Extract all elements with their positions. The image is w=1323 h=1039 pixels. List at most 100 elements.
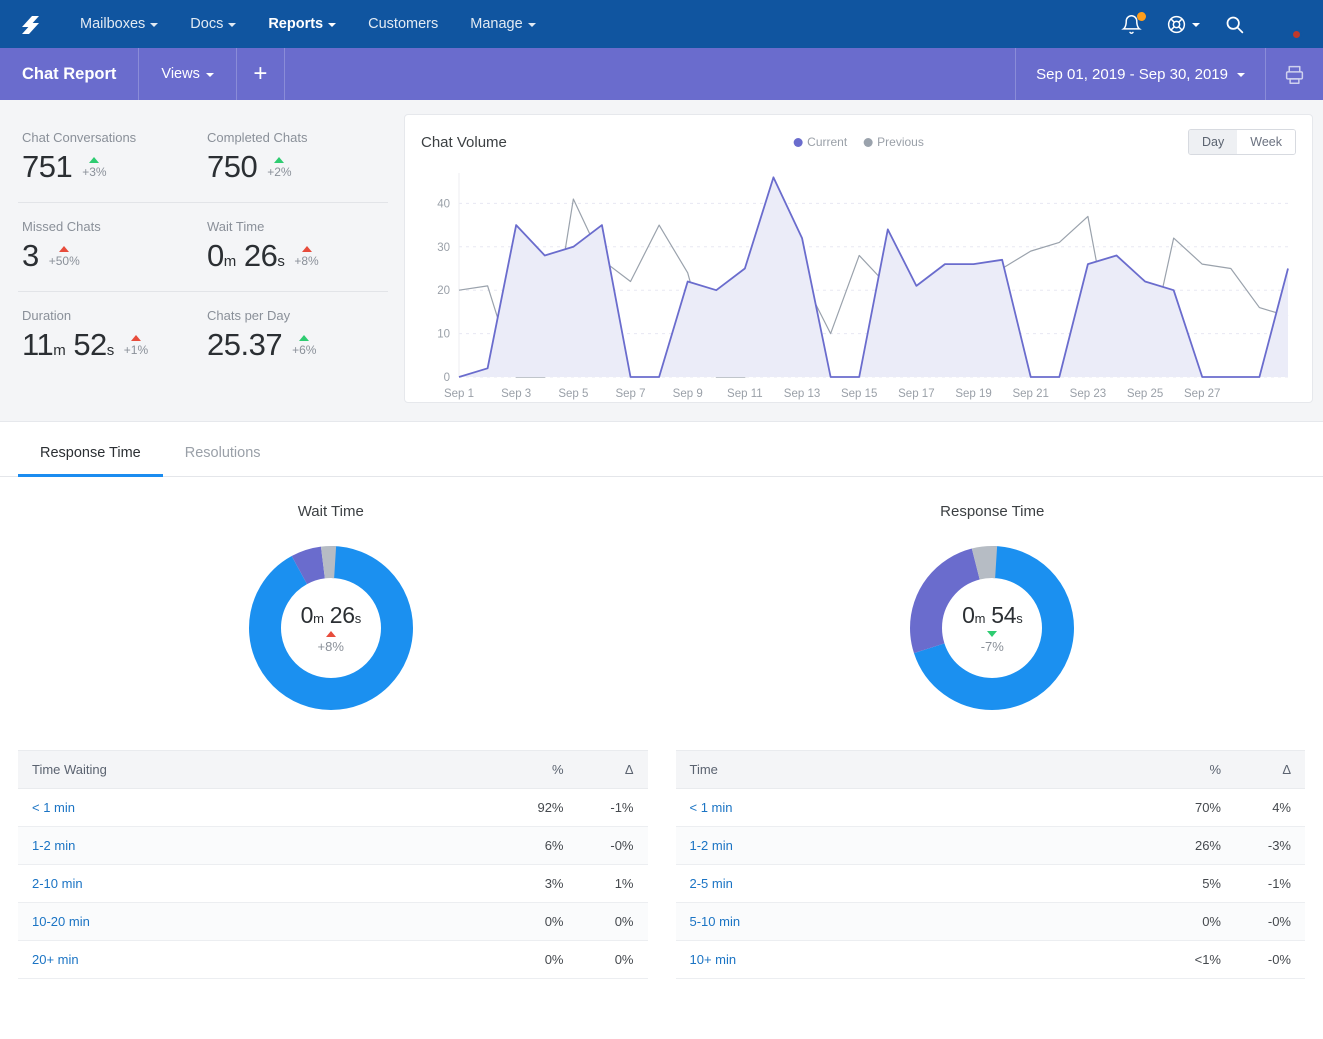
nav-item-manage[interactable]: Manage [454,0,551,48]
row-label[interactable]: 1-2 min [675,826,1165,865]
helpscout-logo-icon[interactable] [18,11,44,37]
table-row: 5-10 min 0% -0% [675,902,1305,941]
row-label[interactable]: 10-20 min [18,902,508,941]
nav-label: Customers [368,16,439,32]
kpi-label: Wait Time [207,219,265,234]
kpi-delta: +1% [124,335,148,360]
chevron-down-icon [205,73,214,77]
donut-number-2: 26 [329,602,355,628]
nav-item-mailboxes[interactable]: Mailboxes [64,0,174,48]
chart-plot-area: 0 10 20 30 40 Sep 1 Sep 3 Sep 5 Sep 7 Sep 9 Sep 11… [421,161,1296,414]
views-dropdown[interactable]: Views [139,48,237,100]
nav-item-docs[interactable]: Docs [174,0,252,48]
avatar[interactable] [1269,8,1302,40]
search-icon[interactable] [1224,14,1245,35]
kpi-wait-time: Wait Time 0m 26s +8% [203,202,388,291]
chart-header: Chat Volume Current Previous Day Week [421,129,1296,155]
row-label[interactable]: 2-10 min [18,864,508,903]
row-percent: 92% [507,788,578,827]
chevron-down-icon [1237,73,1245,77]
date-range-picker[interactable]: Sep 01, 2019 - Sep 30, 2019 [1015,48,1265,100]
donut-delta-label: +8% [317,639,344,654]
trend-up-icon [274,157,285,163]
kpi-missed-chats: Missed Chats 3 +50% [18,202,203,291]
toggle-day[interactable]: Day [1189,130,1238,154]
row-label[interactable]: 10+ min [675,940,1165,979]
row-label[interactable]: < 1 min [675,788,1165,827]
table-body: < 1 min 70% 4% 1-2 min 26% -3% 2-5 min 5… [675,788,1305,979]
chat-volume-line-chart: 0 10 20 30 40 Sep 1 Sep 3 Sep 5 Sep 7 Sep 9 Sep 11… [437,173,1289,400]
print-button[interactable] [1265,48,1323,100]
nav-label: Mailboxes [80,16,146,32]
kpi-label: Chat Conversations [22,130,137,145]
kpi-delta: +6% [292,335,316,360]
donut-center-label: 0m 54s -7% [906,542,1078,714]
trend-up-icon [59,246,70,252]
kpi-delta-label: +1% [123,343,149,357]
row-delta: -0% [1235,940,1305,979]
kpi-completed-chats: Completed Chats 750 +2% [203,114,388,202]
kpi-number: 750 [207,149,258,184]
donut-chart-wrapper: 0m 54s -7% [906,542,1078,714]
donut-unit: m [313,611,324,626]
svg-text:Sep 11: Sep 11 [727,388,763,400]
lifebuoy-icon[interactable] [1166,14,1200,35]
col-delta: Δ [1235,750,1305,789]
nav-label: Docs [190,16,224,32]
col-time-waiting: Time Waiting [18,750,508,789]
summary-band: Chat Conversations 751 +3% Completed Cha… [0,100,1323,422]
donut-wait-time: Wait Time 0m 26s +8% [0,503,662,714]
add-view-button[interactable]: + [237,48,285,100]
page-title: Chat Report [0,48,140,100]
svg-text:10: 10 [437,329,450,341]
row-label[interactable]: < 1 min [18,788,508,827]
kpi-delta-label: +50% [48,254,80,268]
nav-label: Reports [268,16,324,32]
chart-legend: Current Previous [793,135,924,149]
breakdown-tables: Time Waiting % Δ < 1 min 92% -1% 1-2 min… [0,714,1323,979]
kpi-value: 751 [22,151,73,182]
kpi-value: 11m 52s [22,329,114,360]
donut-unit: m [974,611,986,626]
nav-label: Manage [470,16,523,32]
row-percent: 26% [1165,826,1235,865]
row-percent: 0% [1165,902,1235,941]
tab-response-time[interactable]: Response Time [18,445,163,477]
kpi-chats-per-day: Chats per Day 25.37 +6% [203,291,388,380]
row-delta: 0% [577,902,648,941]
row-label[interactable]: 1-2 min [18,826,508,865]
kpi-number: 3 [22,238,39,273]
row-label[interactable]: 5-10 min [675,902,1165,941]
col-delta: Δ [577,750,648,789]
report-tabs: Response Time Resolutions [0,422,1323,477]
kpi-unit-2: s [277,253,285,270]
kpi-delta: +50% [49,246,80,271]
granularity-toggle: Day Week [1188,129,1296,155]
nav-item-reports[interactable]: Reports [252,0,352,48]
kpi-chat-conversations: Chat Conversations 751 +3% [18,114,203,202]
subnav-right-group: Sep 01, 2019 - Sep 30, 2019 [1015,48,1323,100]
nav-item-customers[interactable]: Customers [352,0,454,48]
kpi-value: 750 [207,149,258,184]
primary-nav-items: Mailboxes Docs Reports Customers Manage [64,0,552,48]
kpi-delta-label: +6% [292,343,317,357]
trend-up-icon [325,631,336,637]
donut-value: 0m 26s [301,602,362,629]
trend-down-icon [987,631,998,637]
legend-swatch [863,137,873,147]
legend-item-previous: Previous [863,135,924,149]
bell-icon[interactable] [1121,11,1146,35]
toggle-week[interactable]: Week [1237,130,1295,154]
kpi-delta-label: +3% [82,165,107,179]
svg-text:Sep 27: Sep 27 [1184,388,1220,400]
row-delta: 1% [577,864,648,903]
col-percent: % [507,750,578,789]
row-delta: 4% [1235,788,1305,827]
legend-item-current: Current [793,135,847,149]
row-percent: 6% [507,826,578,865]
row-label[interactable]: 2-5 min [675,864,1165,903]
tab-resolutions[interactable]: Resolutions [163,445,283,477]
kpi-number-2: 52 [73,327,107,362]
kpi-label: Chats per Day [207,308,291,323]
row-label[interactable]: 20+ min [18,940,508,979]
